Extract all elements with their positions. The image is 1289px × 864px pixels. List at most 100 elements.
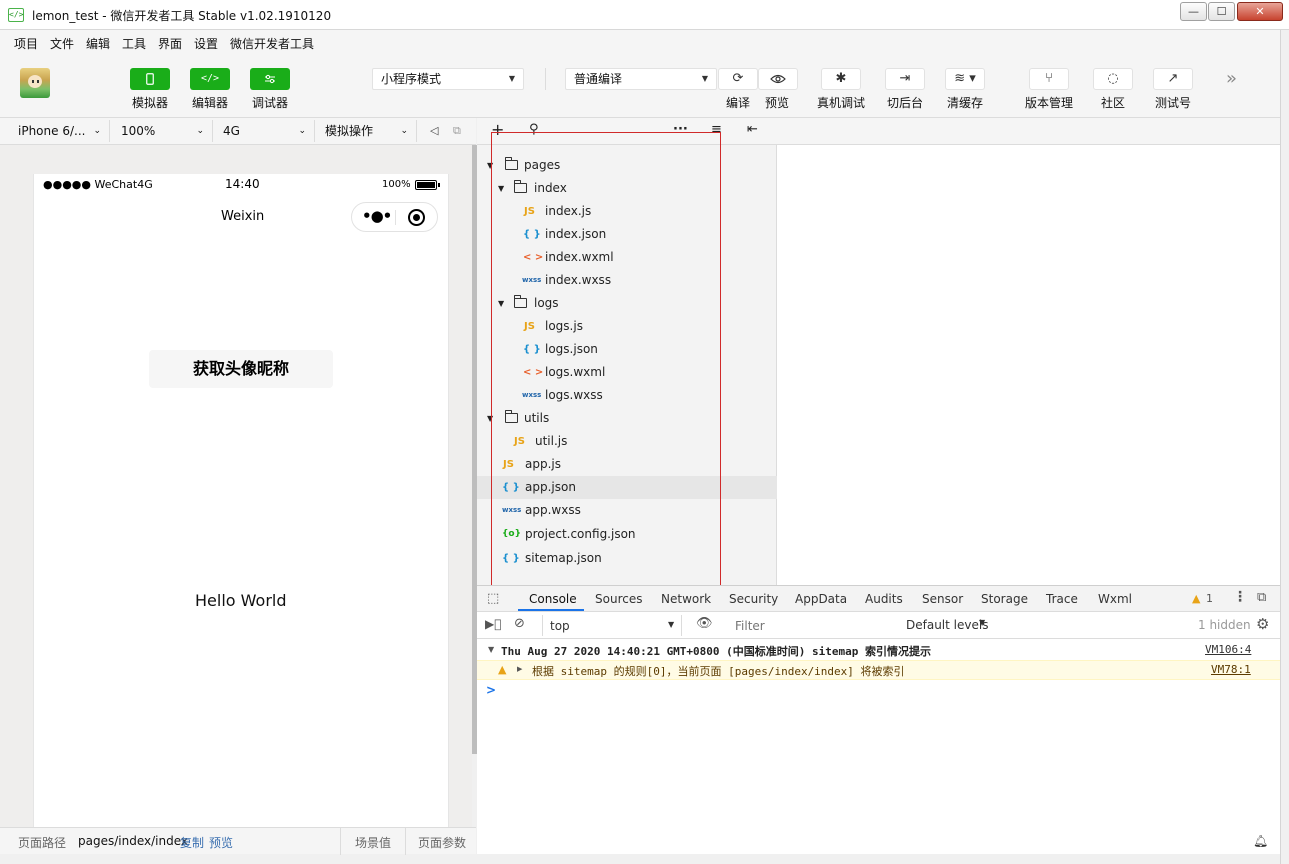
devtools-tab-bar: ⬚ Console Sources Network Security AppDa… [477,585,1280,612]
test-account-button[interactable]: ↗ [1153,68,1193,90]
copy-path-link[interactable]: 复制 [180,834,204,851]
log-levels-select[interactable]: Default levels [906,618,988,632]
avatar[interactable] [20,68,50,98]
caret-down-icon: ▼ [701,74,708,83]
mode-select[interactable]: 小程序模式 ▼ [372,68,524,90]
kebab-menu-icon[interactable]: ⋮ [1233,589,1247,605]
compile-select-value: 普通编译 [574,72,623,86]
bell-icon[interactable]: 🔔︎ [1253,834,1268,848]
console-warning-source-link[interactable]: VM78:1 [1211,663,1251,676]
maximize-button[interactable]: ☐ [1208,2,1235,21]
preview-path-link[interactable]: 预览 [209,834,233,851]
background-button[interactable]: ⇥ [885,68,925,90]
caret-down-icon: ▼ [508,74,515,83]
caret-down-icon: ▼ [979,618,986,627]
footer-divider [405,828,406,855]
gear-icon[interactable]: ⚙ [1256,615,1269,633]
editor-toggle-button[interactable]: </> [190,68,230,90]
console-group-title[interactable]: Thu Aug 27 2020 14:40:21 GMT+0800 (中国标准时… [501,643,931,659]
app-icon: </> [8,8,24,22]
clear-cache-button[interactable]: ≋ ▾ [945,68,985,90]
tab-appdata[interactable]: AppData [795,592,847,606]
tab-sensor[interactable]: Sensor [922,592,963,606]
tab-audits[interactable]: Audits [865,592,903,606]
background-label: 切后台 [887,96,924,110]
menu-tools[interactable]: 工具 [122,35,146,52]
eye-icon [770,74,786,84]
menu-project[interactable]: 项目 [14,35,38,52]
version-button[interactable]: ⑂ [1029,68,1069,90]
compile-select[interactable]: 普通编译 ▼ [565,68,717,90]
tab-network[interactable]: Network [661,592,711,606]
warning-icon[interactable]: ▲ [1192,592,1200,605]
remote-debug-button[interactable]: ✱ [821,68,861,90]
menu-settings[interactable]: 设置 [194,35,218,52]
tab-storage[interactable]: Storage [981,592,1028,606]
network-select[interactable]: 4G ⌄ [215,120,315,142]
page-params-tab[interactable]: 页面参数 [418,834,466,851]
get-profile-button[interactable]: 获取头像昵称 [149,350,333,388]
window-title: lemon_test - 微信开发者工具 Stable v1.02.191012… [32,9,332,23]
simulator-footer: 页面路径 pages/index/index 复制 预览 场景值 页面参数 [0,827,476,855]
collapse-panel-icon[interactable]: ⇤ [747,122,758,137]
capsule-divider [395,210,396,225]
menu-interface[interactable]: 界面 [158,35,182,52]
tab-trace[interactable]: Trace [1046,592,1078,606]
status-time: 14:40 [225,177,260,191]
main-toolbar: 模拟器 </> 编辑器 调试器 小程序模式 ▼ 普通编译 ▼ ⟳ 编译 预览 ✱… [0,54,1289,118]
community-button[interactable]: ◌ [1093,68,1133,90]
more-chevron-icon[interactable]: » [1226,68,1237,89]
popout-icon[interactable]: ⧉ [453,124,461,138]
external-link-icon: ↗ [1167,71,1179,86]
menu-file[interactable]: 文件 [50,35,74,52]
more-dots-icon[interactable]: •●• [362,207,392,225]
simulator-label: 模拟器 [132,96,169,110]
close-button[interactable]: ✕ [1237,2,1283,21]
footer-divider [340,828,341,855]
chevron-down-icon: ⌄ [93,126,101,136]
zoom-select[interactable]: 100% ⌄ [113,120,213,142]
tab-sources[interactable]: Sources [595,592,642,606]
console-prompt-icon[interactable]: > [486,683,496,697]
tab-wxml[interactable]: Wxml [1098,592,1132,606]
chat-bubble-icon: ◌ [1107,71,1119,86]
expand-group-icon[interactable]: ▼ [488,645,494,654]
sidebar-toggle-icon[interactable]: ▶⃞ [485,617,501,631]
debugger-label: 调试器 [252,96,289,110]
hello-text: Hello World [195,591,287,610]
clear-console-icon[interactable]: ⊘ [514,616,525,631]
toolbar-divider [545,68,546,90]
console-source-link[interactable]: VM106:4 [1205,643,1251,656]
tab-security[interactable]: Security [729,592,778,606]
window-scrollbar[interactable] [1280,30,1289,864]
battery-tip [438,183,440,187]
undock-icon[interactable]: ⧉ [1257,590,1266,605]
menu-wechat-devtools[interactable]: 微信开发者工具 [230,35,314,52]
context-select[interactable]: top ▼ [542,615,682,636]
editor-area [777,118,1280,585]
warning-count[interactable]: 1 [1206,592,1213,605]
eye-icon[interactable]: 👁 [696,616,713,631]
tab-console[interactable]: Console [529,592,577,606]
scene-value-tab[interactable]: 场景值 [355,834,391,851]
expand-arrow-icon[interactable]: ▶ [517,665,522,673]
speaker-icon[interactable]: ◁ [430,124,438,137]
clear-cache-label: 清缓存 [947,96,984,110]
chevron-down-icon: ⌄ [196,126,204,136]
compile-button[interactable]: ⟳ [718,68,758,90]
highlight-box [491,132,721,589]
device-bar: iPhone 6/... ⌄ 100% ⌄ 4G ⌄ 模拟操作 ⌄ ◁ ⧉ [0,118,476,145]
minimize-button[interactable]: — [1180,2,1207,21]
device-select-value: iPhone 6/... [18,124,86,138]
console-filter-input[interactable] [729,616,897,635]
device-select[interactable]: iPhone 6/... ⌄ [10,120,110,142]
inspect-element-icon[interactable]: ⬚ [487,591,499,606]
simulator-toggle-button[interactable] [130,68,170,90]
mode-select-value: 小程序模式 [381,72,442,86]
preview-button[interactable] [758,68,798,90]
menu-edit[interactable]: 编辑 [86,35,110,52]
capsule-close-icon[interactable] [408,209,425,226]
sim-ops-select[interactable]: 模拟操作 ⌄ [317,120,417,142]
debugger-toggle-button[interactable] [250,68,290,90]
chevron-down-icon: ⌄ [400,126,408,136]
